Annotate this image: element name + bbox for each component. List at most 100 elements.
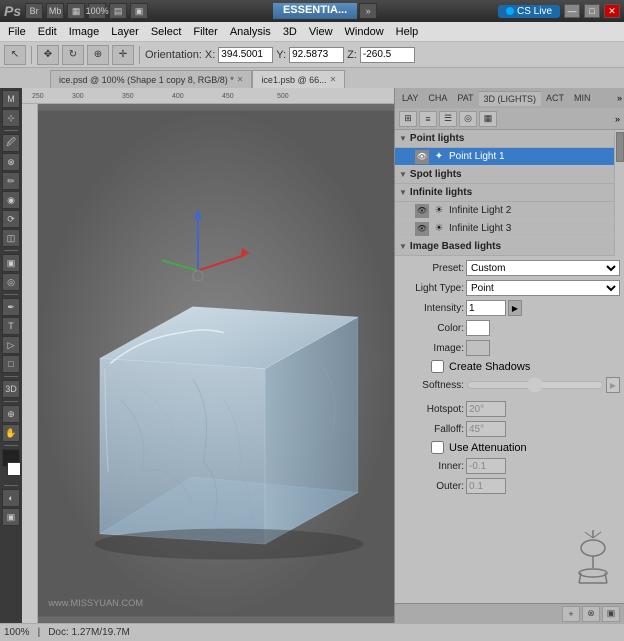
inner-row: Inner:: [399, 458, 620, 474]
tab-act[interactable]: ACT: [541, 91, 569, 105]
menu-help[interactable]: Help: [390, 24, 425, 40]
tab-lay[interactable]: LAY: [397, 91, 423, 105]
screen-mode[interactable]: ▣: [2, 508, 20, 526]
bottom-icon-2[interactable]: ⊗: [582, 606, 600, 622]
tool-3d[interactable]: 3D: [2, 380, 20, 398]
tool-hand[interactable]: ✋: [2, 424, 20, 442]
mini-bridge-icon[interactable]: Mb: [46, 3, 64, 19]
tool-brush[interactable]: ✏: [2, 172, 20, 190]
panel-scroll-right[interactable]: »: [615, 114, 620, 124]
infinite-lights-header[interactable]: ▼ Infinite lights: [395, 184, 614, 202]
menu-layer[interactable]: Layer: [105, 24, 145, 40]
panel-icon-view[interactable]: ▦: [479, 111, 497, 127]
tool-pan[interactable]: ✛: [112, 45, 134, 65]
tool-heal[interactable]: ⊗: [2, 153, 20, 171]
menu-edit[interactable]: Edit: [32, 24, 63, 40]
tool-path[interactable]: ▷: [2, 336, 20, 354]
tab-min[interactable]: MIN: [569, 91, 596, 105]
tab-ice-psd[interactable]: ice.psd @ 100% (Shape 1 copy 8, RGB/8) *…: [50, 70, 252, 88]
create-shadows-label: Create Shadows: [449, 361, 530, 373]
light-list-main: ▼ Point lights 👁 ✦ Point Light 1 ▼ Spot …: [395, 130, 614, 256]
tool-orbit[interactable]: ⊕: [87, 45, 109, 65]
menu-view[interactable]: View: [303, 24, 339, 40]
tab-ice-psd-close[interactable]: ✕: [237, 75, 244, 84]
menu-select[interactable]: Select: [145, 24, 188, 40]
point-light-1-eye[interactable]: 👁: [415, 150, 429, 164]
tool-shape[interactable]: □: [2, 355, 20, 373]
z-input[interactable]: [360, 47, 415, 63]
background-color[interactable]: [7, 462, 21, 476]
panel-icon-settings[interactable]: ☰: [439, 111, 457, 127]
infinite-light-2[interactable]: 👁 ☀ Infinite Light 2: [395, 202, 614, 220]
tool-lasso[interactable]: M: [2, 90, 20, 108]
image-based-lights-header[interactable]: ▼ Image Based lights: [395, 238, 614, 256]
tab-pat[interactable]: PAT: [452, 91, 478, 105]
preset-select[interactable]: Custom: [466, 260, 620, 276]
create-shadows-checkbox[interactable]: [431, 360, 444, 373]
tab-ice1-psb-close[interactable]: ✕: [330, 75, 337, 84]
point-light-1[interactable]: 👁 ✦ Point Light 1: [395, 148, 614, 166]
tab-3d-lights[interactable]: 3D (LIGHTS): [479, 91, 542, 106]
tool-eraser[interactable]: ◫: [2, 229, 20, 247]
panel-icon-row: ⊞ ≡ ☰ ◎ ▦ »: [395, 108, 624, 130]
panel-icon-grid[interactable]: ⊞: [399, 111, 417, 127]
panel-expand[interactable]: »: [617, 93, 622, 103]
tool-history[interactable]: ⟳: [2, 210, 20, 228]
tool-type[interactable]: T: [2, 317, 20, 335]
tool-move[interactable]: ✥: [37, 45, 59, 65]
light-type-select[interactable]: Point Spot Infinite: [466, 280, 620, 296]
tab-cha[interactable]: CHA: [423, 91, 452, 105]
point-light-1-icon: ✦: [432, 150, 446, 164]
cs-live-button[interactable]: CS Live: [498, 5, 560, 18]
infinite-light-3[interactable]: 👁 ☀ Infinite Light 3: [395, 220, 614, 238]
intensity-arrow[interactable]: ▶: [508, 300, 522, 316]
canvas-content[interactable]: www.MISSYUAN.COM: [38, 104, 394, 623]
tab-ice1-psb[interactable]: ice1.psb @ 66... ✕: [252, 70, 345, 88]
point-lights-header[interactable]: ▼ Point lights: [395, 130, 614, 148]
view-icon[interactable]: ▤: [109, 3, 127, 19]
bottom-icons-row: + ⊗ ▣: [395, 603, 624, 623]
bridge-icon[interactable]: Br: [25, 3, 43, 19]
bottom-icon-3[interactable]: ▣: [602, 606, 620, 622]
workspace-icon[interactable]: ▦: [67, 3, 85, 19]
tool-select[interactable]: ↖: [4, 45, 26, 65]
maximize-button[interactable]: □: [584, 4, 600, 18]
menu-image[interactable]: Image: [63, 24, 106, 40]
color-swatch[interactable]: [466, 320, 490, 336]
tool-stamp[interactable]: ◉: [2, 191, 20, 209]
infinite-light-3-eye[interactable]: 👁: [415, 222, 429, 236]
infinite-light-2-eye[interactable]: 👁: [415, 204, 429, 218]
infinite-lights-arrow: ▼: [399, 188, 407, 197]
intensity-input[interactable]: [466, 300, 506, 316]
x-input[interactable]: [218, 47, 273, 63]
panel-icon-circle[interactable]: ◎: [459, 111, 477, 127]
y-input[interactable]: [289, 47, 344, 63]
spot-lights-header[interactable]: ▼ Spot lights: [395, 166, 614, 184]
tool-zoom[interactable]: ⊕: [2, 405, 20, 423]
extras-icon[interactable]: »: [359, 3, 377, 19]
image-swatch[interactable]: [466, 340, 490, 356]
zoom-indicator[interactable]: 100%: [88, 3, 106, 19]
light-list-scrollbar[interactable]: [614, 130, 624, 256]
bottom-icon-1[interactable]: +: [562, 606, 580, 622]
tool-pen[interactable]: ✒: [2, 298, 20, 316]
use-attenuation-checkbox[interactable]: [431, 441, 444, 454]
menu-analysis[interactable]: Analysis: [224, 24, 277, 40]
y-label: Y:: [276, 49, 286, 61]
menu-filter[interactable]: Filter: [187, 24, 223, 40]
quick-mask[interactable]: ◐: [2, 489, 20, 507]
tool-gradient[interactable]: ▣: [2, 254, 20, 272]
tool-rotate[interactable]: ↻: [62, 45, 84, 65]
menu-window[interactable]: Window: [339, 24, 390, 40]
menu-3d[interactable]: 3D: [277, 24, 303, 40]
menu-file[interactable]: File: [2, 24, 32, 40]
tool-eyedrop[interactable]: 🖉: [2, 134, 20, 152]
tool-blur[interactable]: ◎: [2, 273, 20, 291]
panel-icon-list[interactable]: ≡: [419, 111, 437, 127]
close-button[interactable]: ✕: [604, 4, 620, 18]
minimize-button[interactable]: —: [564, 4, 580, 18]
screen-icon[interactable]: ▣: [130, 3, 148, 19]
lt-sep5: [4, 401, 18, 402]
workspace-button[interactable]: ESSENTIA...: [273, 3, 357, 19]
tool-crop[interactable]: ⊹: [2, 109, 20, 127]
